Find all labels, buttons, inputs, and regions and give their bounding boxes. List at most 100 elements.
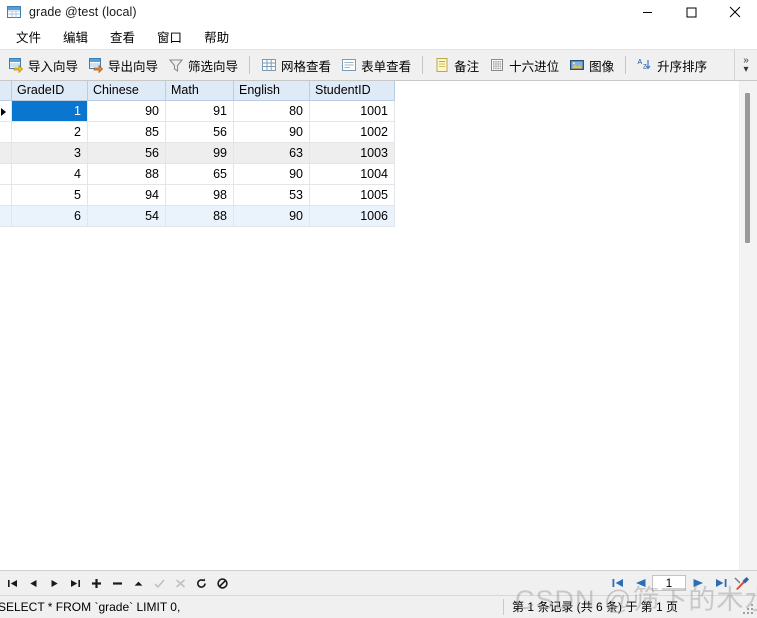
table-row[interactable]: 5 94 98 53 1005 — [0, 184, 395, 206]
page-last-button[interactable] — [709, 572, 731, 594]
close-button[interactable] — [713, 0, 757, 24]
column-header-math[interactable]: Math — [165, 81, 234, 101]
record-navigation-bar: 1 — [0, 570, 757, 595]
nav-last-record-button[interactable] — [65, 572, 86, 594]
cell-studentid[interactable]: 1006 — [309, 205, 395, 227]
page-next-button[interactable] — [687, 572, 709, 594]
image-button[interactable]: 图像 — [564, 53, 619, 77]
row-indicator — [0, 100, 12, 122]
row-indicator — [0, 163, 12, 185]
nav-refresh-button[interactable] — [191, 572, 212, 594]
sort-ascending-button[interactable]: A Z 升序排序 — [632, 53, 712, 77]
table-row[interactable]: 1 90 91 80 1001 — [0, 100, 395, 122]
cell-studentid[interactable]: 1003 — [309, 142, 395, 164]
cell-chinese[interactable]: 85 — [87, 121, 166, 143]
cell-studentid[interactable]: 1001 — [309, 100, 395, 122]
cell-gradeid[interactable]: 5 — [11, 184, 88, 206]
page-tools-button[interactable] — [731, 572, 753, 594]
cell-math[interactable]: 91 — [165, 100, 234, 122]
nav-delete-record-button[interactable] — [107, 572, 128, 594]
import-wizard-button[interactable]: 导入向导 — [3, 53, 83, 77]
result-grid-area: GradeID Chinese Math English StudentID 1… — [0, 81, 757, 570]
column-header-english[interactable]: English — [233, 81, 310, 101]
cell-chinese[interactable]: 56 — [87, 142, 166, 164]
cell-english[interactable]: 63 — [233, 142, 310, 164]
grid-header-row: GradeID Chinese Math English StudentID — [0, 81, 395, 101]
cell-english[interactable]: 90 — [233, 205, 310, 227]
cell-english[interactable]: 90 — [233, 121, 310, 143]
window-controls — [625, 0, 757, 24]
cell-gradeid[interactable]: 2 — [11, 121, 88, 143]
table-row[interactable]: 4 88 65 90 1004 — [0, 163, 395, 185]
grid-view-label: 网格查看 — [281, 59, 332, 74]
cell-math[interactable]: 99 — [165, 142, 234, 164]
nav-apply-up-button[interactable] — [128, 572, 149, 594]
toolbar-overflow-button[interactable]: » ▾ — [734, 50, 757, 80]
cell-chinese[interactable]: 88 — [87, 163, 166, 185]
cell-math[interactable]: 98 — [165, 184, 234, 206]
cell-gradeid[interactable]: 3 — [11, 142, 88, 164]
table-row[interactable]: 2 85 56 90 1002 — [0, 121, 395, 143]
menu-help[interactable]: 帮助 — [193, 24, 240, 50]
cell-chinese[interactable]: 90 — [87, 100, 166, 122]
nav-next-record-button[interactable] — [44, 572, 65, 594]
nav-stop-button[interactable] — [212, 572, 233, 594]
memo-button[interactable]: 备注 — [429, 53, 484, 77]
cell-gradeid[interactable]: 1 — [11, 100, 88, 122]
filter-wizard-label: 筛选向导 — [188, 59, 239, 74]
nav-add-record-button[interactable] — [86, 572, 107, 594]
form-view-button[interactable]: 表单查看 — [336, 53, 416, 77]
nav-cancel-button[interactable] — [170, 572, 191, 594]
table-row[interactable]: 6 54 88 90 1006 — [0, 205, 395, 227]
cell-gradeid[interactable]: 4 — [11, 163, 88, 185]
cell-chinese[interactable]: 54 — [87, 205, 166, 227]
svg-text:A: A — [638, 59, 643, 66]
svg-text:Z: Z — [643, 65, 647, 71]
row-indicator — [0, 121, 12, 143]
cell-english[interactable]: 53 — [233, 184, 310, 206]
nav-first-record-button[interactable] — [2, 572, 23, 594]
table-row[interactable]: 3 56 99 63 1003 — [0, 142, 395, 164]
cell-math[interactable]: 88 — [165, 205, 234, 227]
cell-english[interactable]: 90 — [233, 163, 310, 185]
export-wizard-button[interactable]: 导出向导 — [83, 53, 163, 77]
toolbar: 导入向导 导出向导 筛选向导 网格查看 表单查看 备注 十六进位 图像 A Z … — [0, 49, 757, 81]
column-header-chinese[interactable]: Chinese — [87, 81, 166, 101]
cell-math[interactable]: 65 — [165, 163, 234, 185]
cell-gradeid[interactable]: 6 — [11, 205, 88, 227]
cell-math[interactable]: 56 — [165, 121, 234, 143]
memo-note-icon — [434, 57, 450, 73]
page-navigation: 1 — [607, 571, 753, 595]
cell-english[interactable]: 80 — [233, 100, 310, 122]
maximize-button[interactable] — [669, 0, 713, 24]
table-grid-icon — [6, 4, 22, 20]
cell-studentid[interactable]: 1005 — [309, 184, 395, 206]
filter-wizard-button[interactable]: 筛选向导 — [163, 53, 243, 77]
cell-chinese[interactable]: 94 — [87, 184, 166, 206]
cell-studentid[interactable]: 1004 — [309, 163, 395, 185]
menu-edit[interactable]: 编辑 — [52, 24, 99, 50]
column-header-gradeid[interactable]: GradeID — [11, 81, 88, 101]
resize-grip[interactable] — [743, 604, 755, 616]
menu-window[interactable]: 窗口 — [146, 24, 193, 50]
nav-confirm-button[interactable] — [149, 572, 170, 594]
result-grid: GradeID Chinese Math English StudentID 1… — [0, 81, 395, 227]
sql-query-text: SELECT * FROM `grade` LIMIT 0, — [0, 600, 181, 614]
page-number-input[interactable]: 1 — [652, 575, 686, 591]
nav-prev-record-button[interactable] — [23, 572, 44, 594]
page-first-button[interactable] — [607, 572, 629, 594]
memo-label: 备注 — [454, 59, 480, 74]
hex-button[interactable]: 十六进位 — [484, 53, 564, 77]
grid-view-button[interactable]: 网格查看 — [256, 53, 336, 77]
minimize-button[interactable] — [625, 0, 669, 24]
menu-view[interactable]: 查看 — [99, 24, 146, 50]
vertical-scrollbar-thumb[interactable] — [745, 93, 750, 243]
menu-file[interactable]: 文件 — [5, 24, 52, 50]
window-title: grade @test (local) — [29, 5, 137, 19]
page-prev-button[interactable] — [629, 572, 651, 594]
vertical-scrollbar[interactable] — [739, 81, 757, 570]
hex-label: 十六进位 — [509, 59, 560, 74]
cell-studentid[interactable]: 1002 — [309, 121, 395, 143]
column-header-studentid[interactable]: StudentID — [309, 81, 395, 101]
toolbar-separator-3 — [625, 56, 627, 74]
